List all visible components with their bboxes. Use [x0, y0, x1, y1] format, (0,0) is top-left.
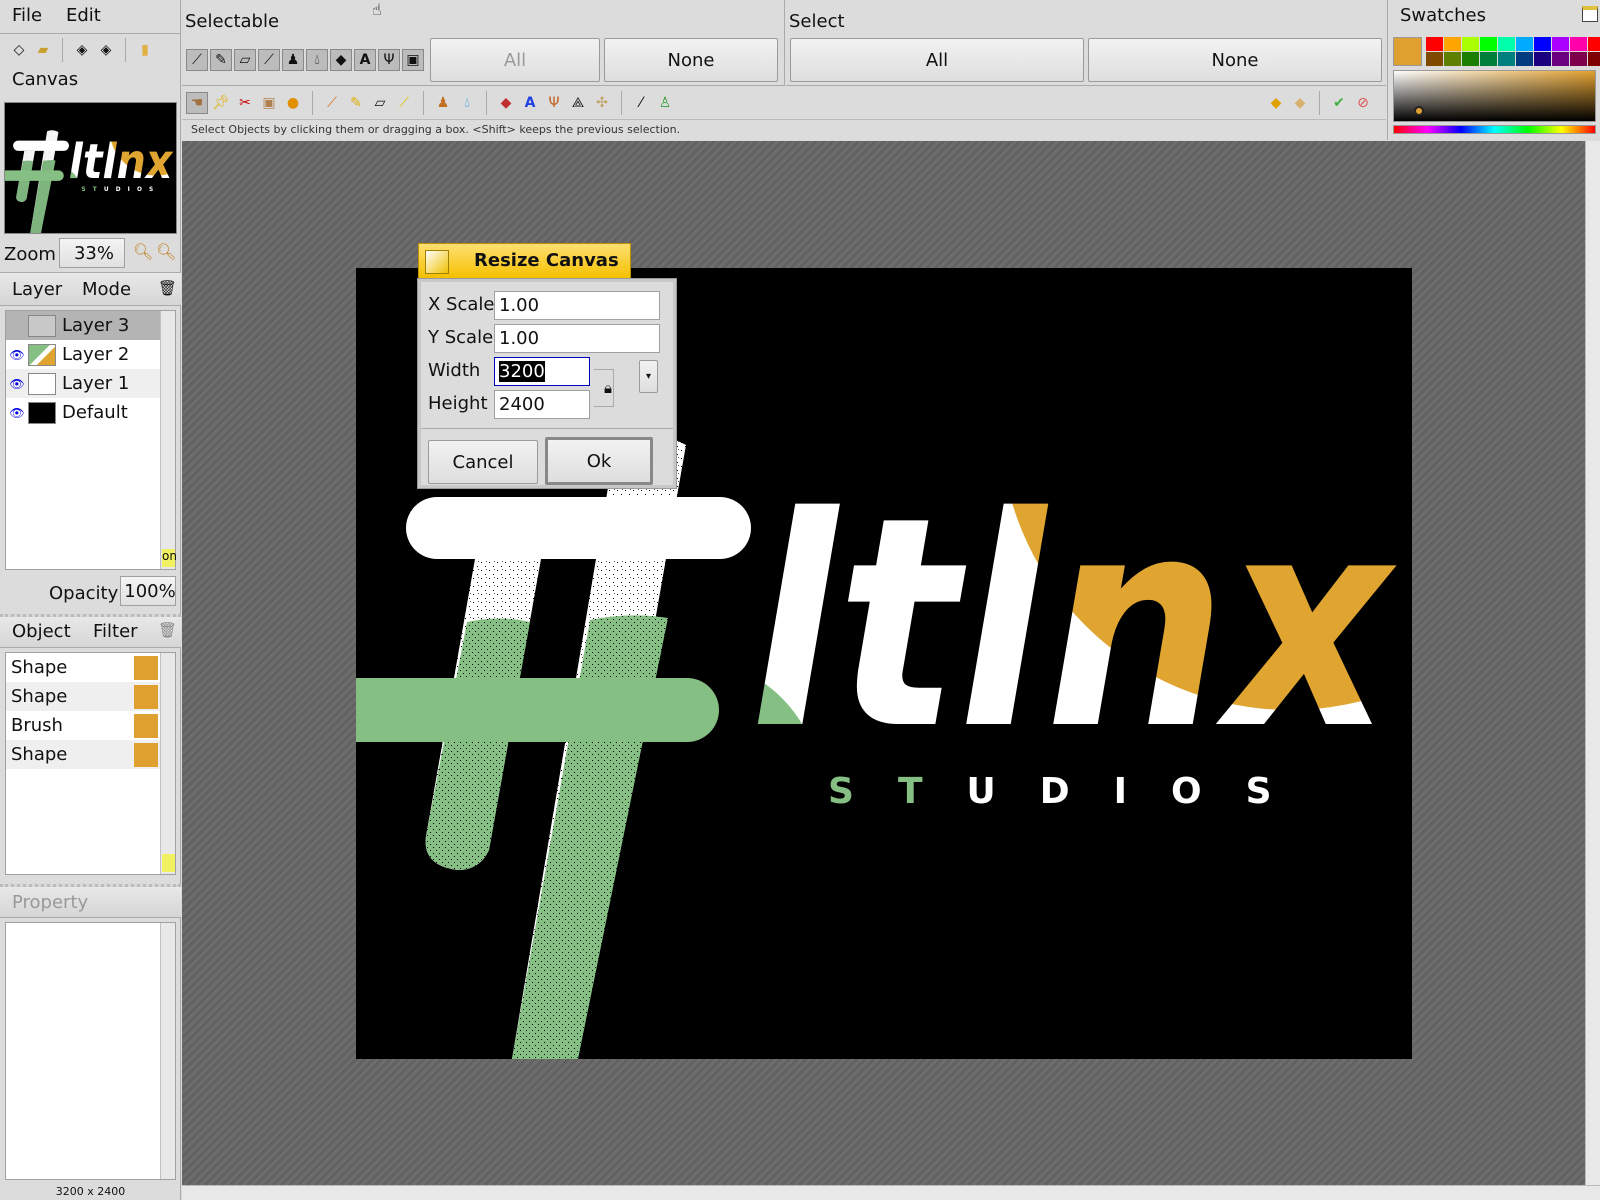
cancel-button[interactable]: Cancel [428, 440, 538, 484]
divider [421, 428, 673, 429]
x-scale-label: X Scale [428, 294, 495, 315]
width-input[interactable]: 3200 [494, 357, 590, 386]
width-value-selected: 3200 [499, 361, 545, 382]
resize-canvas-dialog: Resize Canvas X Scale 1.00 Y Scale 1.00 … [417, 243, 677, 489]
y-scale-input[interactable]: 1.00 [494, 324, 660, 353]
units-dropdown[interactable]: ▾ [639, 360, 658, 393]
dialog-body: X Scale 1.00 Y Scale 1.00 Width 3200 Hei… [417, 278, 677, 489]
x-scale-input[interactable]: 1.00 [494, 291, 660, 320]
dialog-title: Resize Canvas [474, 250, 619, 271]
dialog-window-icon [425, 250, 449, 274]
dialog-titlebar[interactable]: Resize Canvas [418, 243, 631, 279]
height-label: Height [428, 393, 488, 414]
height-input[interactable]: 2400 [494, 390, 590, 419]
canvas-image: ltlnx STUDIOS [0, 0, 1600, 1200]
width-label: Width [428, 360, 481, 381]
ok-button[interactable]: Ok [545, 437, 653, 485]
aspect-lock-icon[interactable]: 🔒︎ [604, 379, 612, 397]
y-scale-label: Y Scale [428, 327, 494, 348]
